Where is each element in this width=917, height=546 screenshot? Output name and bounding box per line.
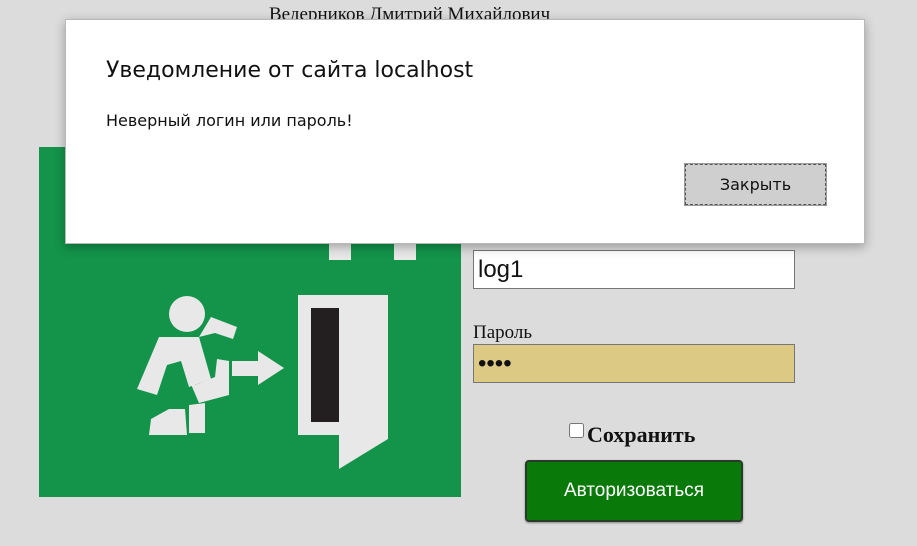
dialog-message: Неверный логин или пароль!: [106, 111, 353, 130]
remember-option[interactable]: Сохранить: [569, 422, 695, 448]
password-input[interactable]: [473, 344, 795, 383]
password-label: Пароль: [473, 322, 533, 343]
dialog-close-button[interactable]: Закрыть: [684, 163, 827, 206]
remember-label: Сохранить: [587, 422, 696, 447]
remember-checkbox[interactable]: [569, 422, 584, 438]
dialog-title: Уведомление от сайта localhost: [106, 58, 474, 83]
alert-dialog: Уведомление от сайта localhost Неверный …: [65, 19, 865, 244]
login-button[interactable]: Авторизоваться: [525, 460, 743, 522]
login-input[interactable]: [473, 250, 795, 289]
